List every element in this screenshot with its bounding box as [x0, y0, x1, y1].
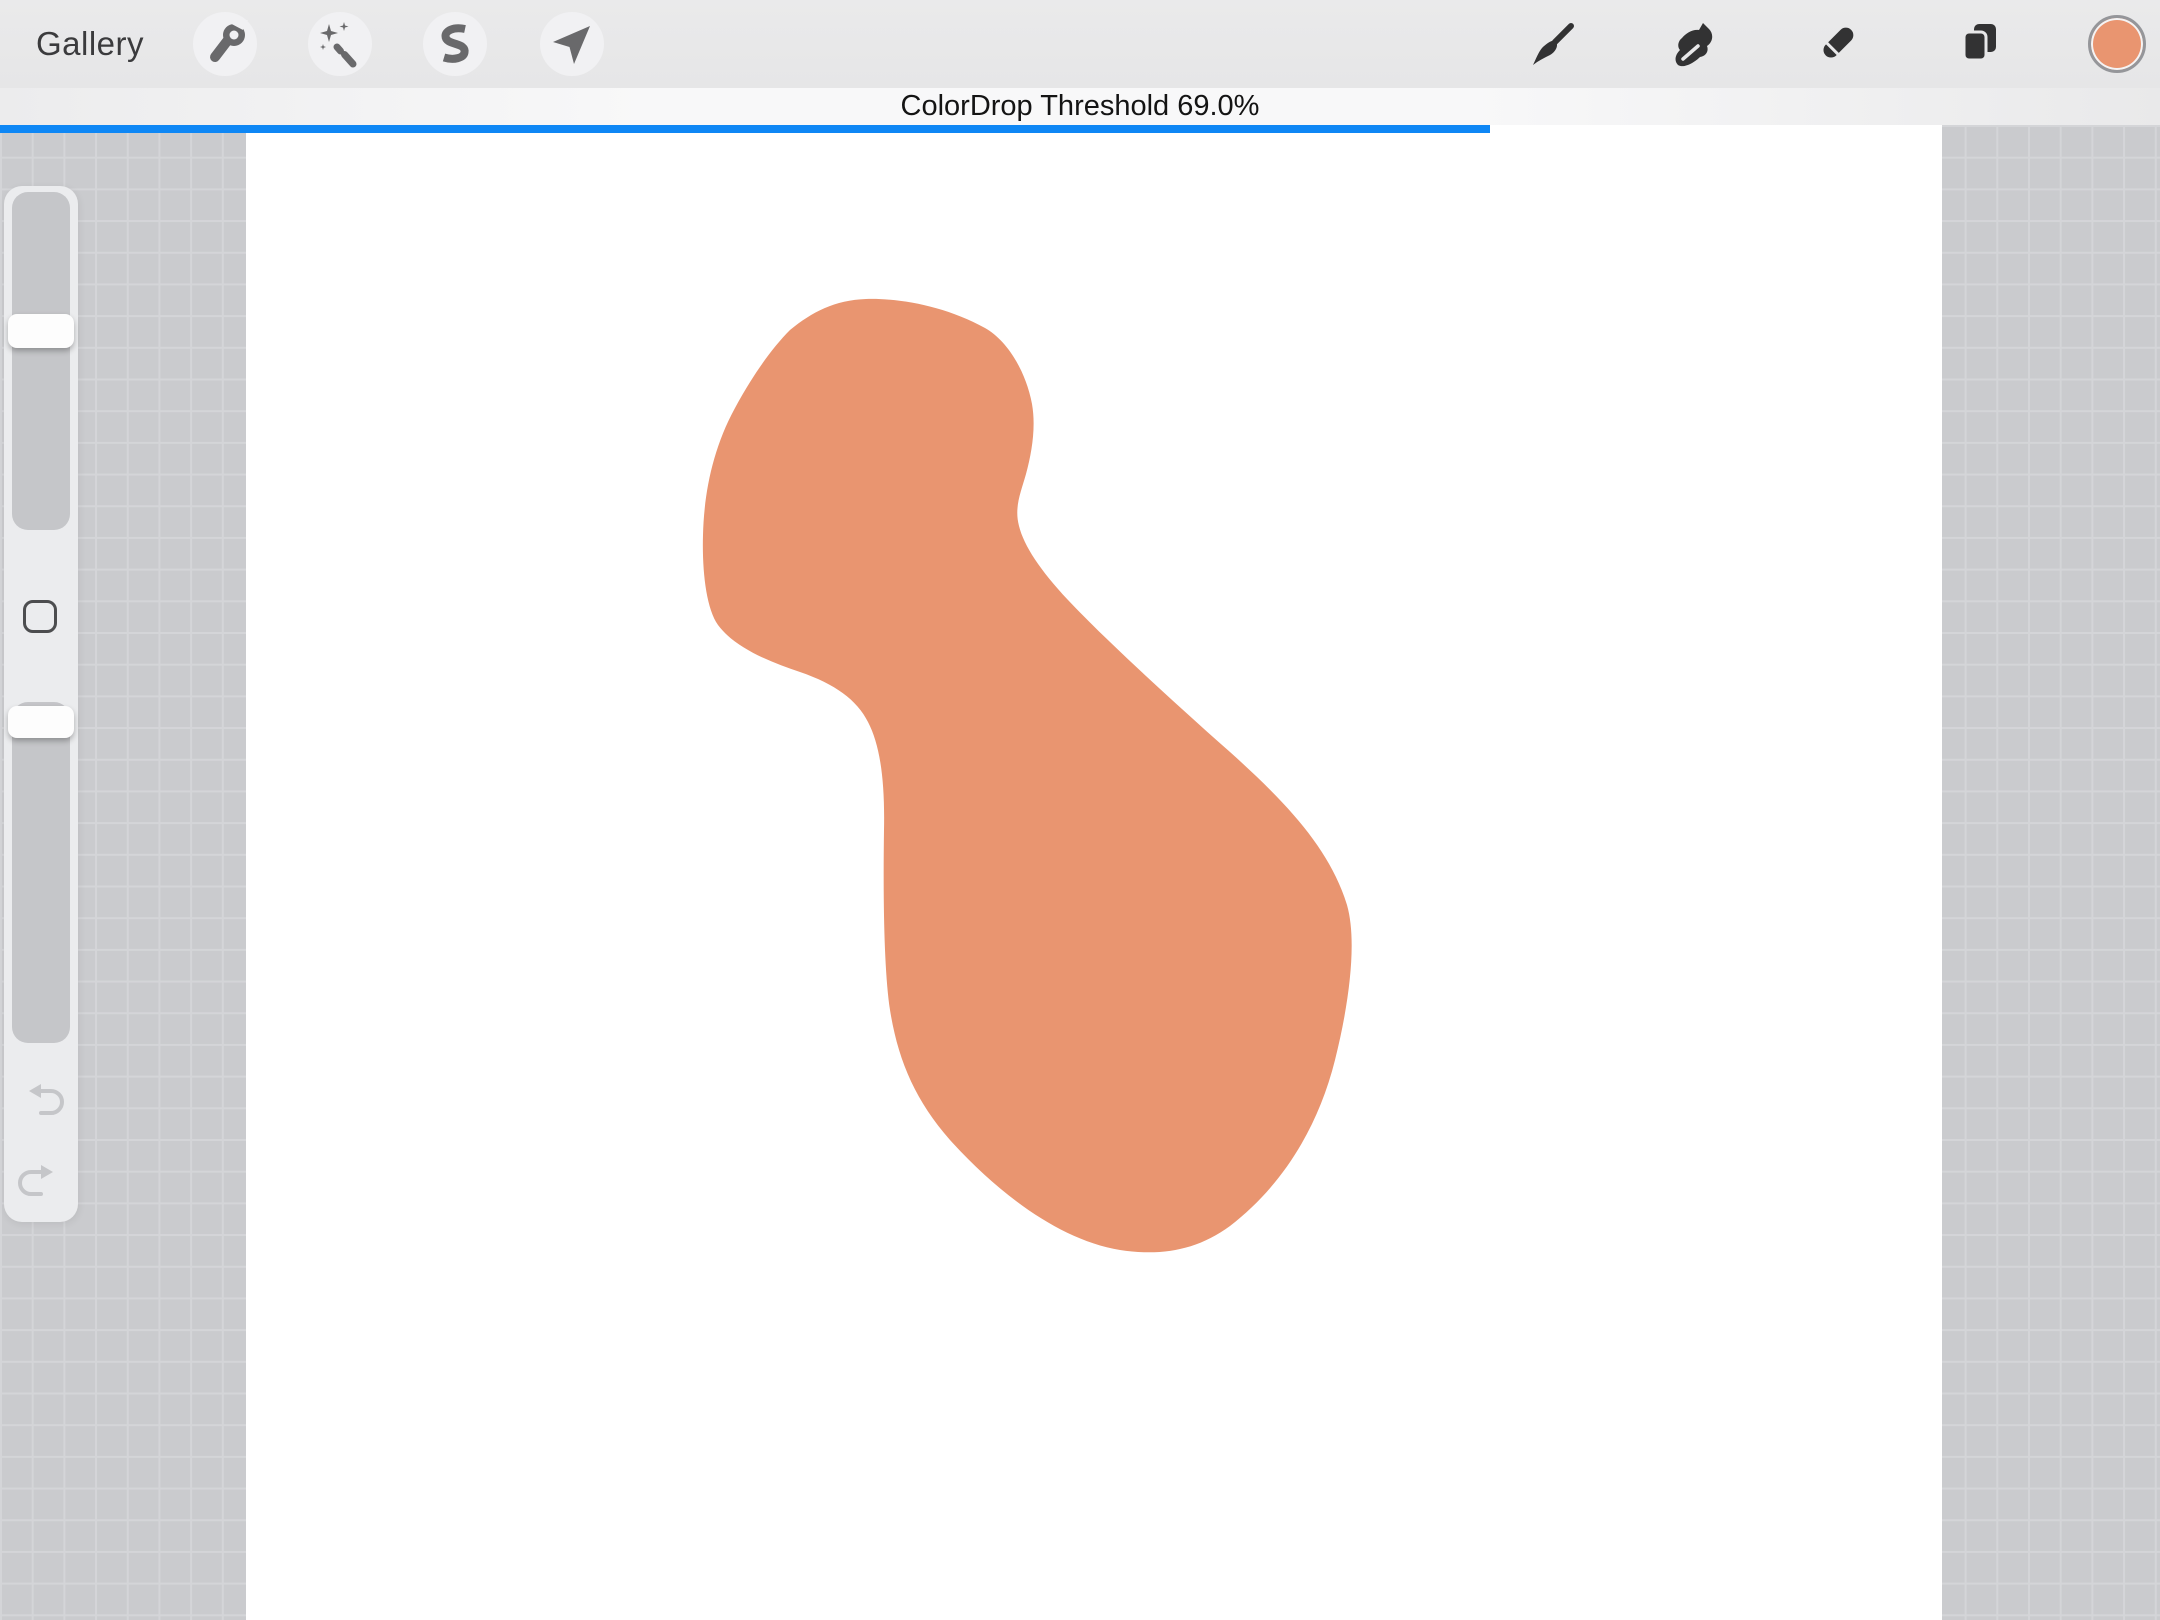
colordrop-hud: ColorDrop Threshold 69.0% — [0, 88, 2160, 125]
undo-arrow-icon — [18, 1081, 64, 1119]
adjustments-button[interactable] — [308, 12, 372, 76]
selection-s-icon — [431, 20, 479, 68]
color-swatch-button[interactable] — [2088, 15, 2146, 73]
smudge-icon — [1670, 20, 1718, 68]
transform-button[interactable] — [540, 12, 604, 76]
transform-arrow-icon — [548, 20, 596, 68]
paint-tool-button[interactable] — [1529, 20, 1577, 68]
colordrop-threshold-label: ColorDrop Threshold 69.0% — [901, 90, 1260, 123]
opacity-slider-track[interactable] — [12, 702, 70, 1043]
workspace-background — [0, 125, 2160, 1620]
top-toolbar: Gallery — [0, 0, 2160, 88]
brush-size-slider-thumb[interactable] — [8, 314, 74, 348]
layers-icon — [1954, 20, 2002, 68]
eraser-icon — [1813, 20, 1861, 68]
gallery-button[interactable]: Gallery — [36, 0, 144, 88]
left-sidebar — [4, 186, 78, 1222]
wrench-icon — [201, 20, 249, 68]
layers-button[interactable] — [1954, 20, 2002, 68]
colordrop-progress-bar[interactable] — [0, 125, 1490, 133]
brush-size-slider-track[interactable] — [12, 192, 70, 530]
erase-tool-button[interactable] — [1813, 20, 1861, 68]
undo-button[interactable] — [18, 1081, 64, 1119]
opacity-slider-thumb[interactable] — [8, 706, 74, 738]
modify-button[interactable] — [23, 600, 57, 633]
drawing-canvas[interactable] — [246, 125, 1942, 1620]
selection-button[interactable] — [423, 12, 487, 76]
actions-button[interactable] — [193, 12, 257, 76]
redo-arrow-icon — [18, 1162, 64, 1200]
magic-wand-icon — [316, 20, 364, 68]
paintbrush-icon — [1529, 20, 1577, 68]
canvas-artwork — [246, 125, 1942, 1620]
canvas-artwork-blob — [703, 299, 1352, 1252]
redo-button[interactable] — [18, 1162, 64, 1200]
smudge-tool-button[interactable] — [1670, 20, 1718, 68]
